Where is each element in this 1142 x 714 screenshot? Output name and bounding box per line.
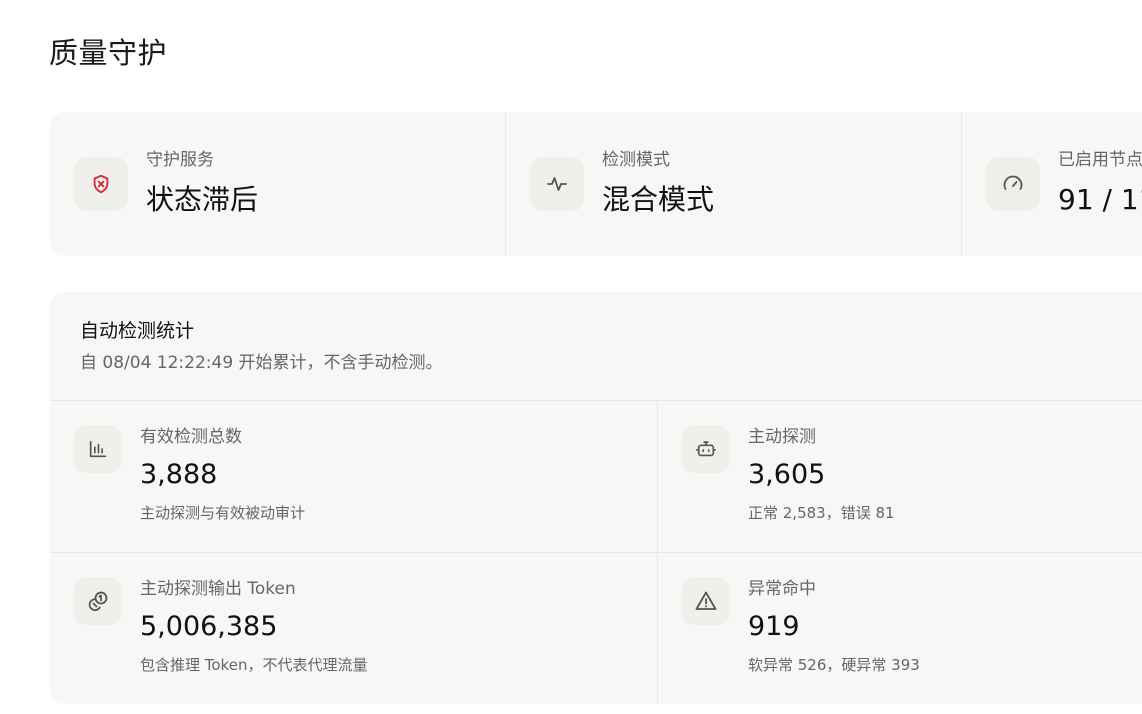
quality-guard-page: 质量守护 守护服务 状态滞后 检测模式 混合模式 已启用节点 91 / 1 自动… [0,0,1142,714]
page-title: 质量守护 [49,36,168,70]
summary-card-detection-mode: 检测模式 混合模式 [506,112,962,256]
bar-chart-icon [74,425,122,473]
summary-card-guard-service: 守护服务 状态滞后 [50,112,506,256]
stats-title: 自动检测统计 [80,320,195,342]
summary-strip: 守护服务 状态滞后 检测模式 混合模式 已启用节点 91 / 11 [50,112,1142,256]
stat-total-valid-detections: 有效检测总数 3,888 主动探测与有效被动审计 [50,401,658,553]
stat-note: 正常 2,583，错误 81 [748,504,895,522]
stat-value: 3,888 [140,459,218,490]
activity-icon [530,157,584,211]
stat-label: 主动探测输出 Token [140,579,296,599]
stat-value: 919 [748,611,800,642]
bot-icon [682,425,730,473]
summary-card-enabled-nodes: 已启用节点 91 / 11 [962,112,1142,256]
gauge-icon [986,157,1040,211]
stat-value: 3,605 [748,459,826,490]
alert-triangle-icon [682,577,730,625]
auto-detection-stats-panel: 自动检测统计 自 08/04 12:22:49 开始累计，不含手动检测。 有效检… [50,292,1142,704]
coins-icon [74,577,122,625]
stats-subtitle: 自 08/04 12:22:49 开始累计，不含手动检测。 [80,353,443,373]
summary-value: 混合模式 [602,183,715,216]
stat-active-probing-output-token: 主动探测输出 Token 5,006,385 包含推理 Token，不代表代理流… [50,553,658,704]
stat-note: 包含推理 Token，不代表代理流量 [140,656,368,674]
summary-value: 状态滞后 [146,183,259,216]
shield-x-icon [74,157,128,211]
stat-note: 主动探测与有效被动审计 [140,504,306,522]
stat-label: 主动探测 [748,427,816,447]
stat-note: 软异常 526，硬异常 393 [748,656,920,674]
summary-label: 守护服务 [146,150,214,170]
stat-active-probing: 主动探测 3,605 正常 2,583，错误 81 [658,401,1142,553]
stat-value: 5,006,385 [140,611,278,642]
summary-value: 91 / 11 [1058,183,1142,216]
stat-label: 异常命中 [748,579,816,599]
stat-label: 有效检测总数 [140,427,242,447]
stat-anomaly-hits: 异常命中 919 软异常 526，硬异常 393 [658,553,1142,704]
stats-header: 自动检测统计 自 08/04 12:22:49 开始累计，不含手动检测。 [50,292,1142,401]
summary-label: 检测模式 [602,150,670,170]
summary-label: 已启用节点 [1058,150,1142,170]
